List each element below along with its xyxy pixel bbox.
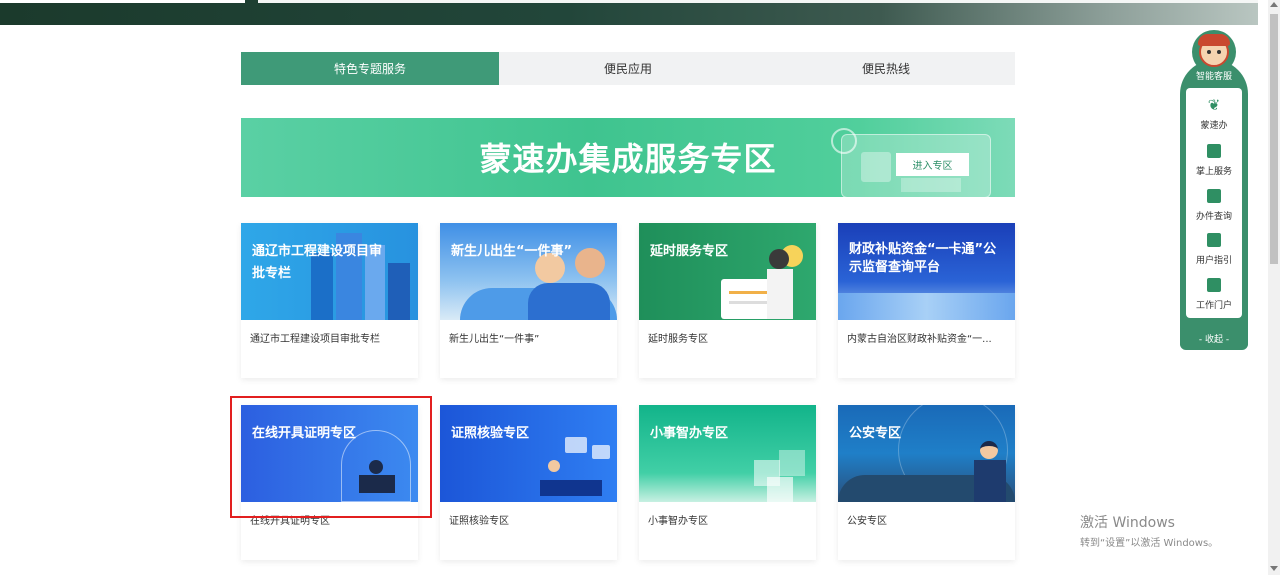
card-license-verification[interactable]: 证照核验专区 证照核验专区	[440, 405, 617, 560]
card-thumb-title: 小事智办专区	[650, 426, 729, 441]
mobile-service-icon	[1207, 144, 1221, 158]
smart-service-label[interactable]: 智能客服	[1180, 69, 1248, 82]
card-thumb-title: 通辽市工程建设项目审批专栏	[252, 244, 383, 281]
desk-shape	[540, 480, 602, 496]
sidebar-item-mobile-service[interactable]: 掌上服务	[1186, 140, 1242, 184]
police-body	[974, 460, 1006, 502]
screen-decoration	[592, 445, 610, 459]
card-label: 通辽市工程建设项目审批专栏	[250, 334, 380, 345]
card-thumbnail: 小事智办专区	[639, 405, 816, 502]
scroll-up-arrow-icon[interactable]	[1270, 2, 1278, 7]
building-shape	[388, 263, 410, 320]
watermark-line-2: 转到“设置”以激活 Windows。	[1080, 538, 1219, 549]
card-thumbnail: 公安专区	[838, 405, 1015, 502]
tab-featured-services[interactable]: 特色专题服务	[241, 52, 499, 85]
selection-highlight-box	[230, 396, 432, 518]
skyline-glow	[838, 293, 1015, 320]
header-gap-2	[258, 0, 1258, 3]
card-thumb-title: 延时服务专区	[650, 244, 729, 259]
avatar-eye	[1207, 50, 1211, 54]
tab-convenience-apps[interactable]: 便民应用	[499, 52, 757, 85]
sidebar-item-mengsuban[interactable]: ❦ 蒙速办	[1186, 94, 1242, 138]
card-thumb-title: 财政补贴资金“一卡通”公示监督查询平台	[849, 242, 997, 275]
enter-zone-button[interactable]: 进入专区	[896, 153, 969, 176]
card-thumbnail: 延时服务专区	[639, 223, 816, 320]
card-fiscal-subsidy[interactable]: 财政补贴资金“一卡通”公示监督查询平台 内蒙古自治区财政补贴资金“一...	[838, 223, 1015, 378]
sidebar-item-label: 办件查询	[1195, 212, 1232, 222]
card-label: 延时服务专区	[648, 334, 708, 345]
service-tabs: 特色专题服务 便民应用 便民热线	[241, 52, 1015, 85]
card-label: 证照核验专区	[449, 516, 509, 527]
card-label: 内蒙古自治区财政补贴资金“一...	[847, 334, 992, 345]
sidebar-item-work-portal[interactable]: 工作门户	[1186, 274, 1242, 318]
card-thumb-title: 公安专区	[849, 426, 902, 441]
card-extended-service[interactable]: 延时服务专区 延时服务专区	[639, 223, 816, 378]
scroll-down-arrow-icon[interactable]	[1270, 566, 1278, 571]
card-label: 新生儿出生“一件事”	[449, 334, 540, 345]
card-thumbnail: 通辽市工程建设项目审批专栏	[241, 223, 418, 320]
mengsuban-banner[interactable]: 蒙速办集成服务专区 进入专区	[241, 118, 1015, 197]
guide-icon	[1207, 233, 1221, 247]
card-thumbnail: 证照核验专区	[440, 405, 617, 502]
card-small-matters[interactable]: 小事智办专区 小事智办专区	[639, 405, 816, 560]
document-line	[729, 301, 769, 304]
header-gap	[0, 0, 245, 3]
page: 特色专题服务 便民应用 便民热线 蒙速办集成服务专区 进入专区 通辽市工程建设项…	[0, 0, 1280, 575]
card-engineering-approval[interactable]: 通辽市工程建设项目审批专栏 通辽市工程建设项目审批专栏	[241, 223, 418, 378]
card-thumb-title: 证照核验专区	[451, 426, 530, 441]
scrollbar-thumb[interactable]	[1270, 14, 1278, 264]
cube-decoration	[779, 450, 805, 476]
banner-chart-decoration	[901, 178, 961, 192]
sidebar-item-label: 蒙速办	[1200, 121, 1228, 131]
tab-hotlines[interactable]: 便民热线	[757, 52, 1015, 85]
card-label: 小事智办专区	[648, 516, 708, 527]
person-figure	[548, 460, 560, 472]
card-thumbnail: 新生儿出生“一件事”	[440, 223, 617, 320]
avatar-eye	[1217, 50, 1221, 54]
sidebar-item-label: 工作门户	[1195, 301, 1232, 311]
sidebar-item-user-guide[interactable]: 用户指引	[1186, 229, 1242, 273]
card-label: 公安专区	[847, 516, 887, 527]
family-body	[528, 283, 610, 320]
header-banner-strip	[0, 0, 1258, 25]
card-public-security[interactable]: 公安专区 公安专区	[838, 405, 1015, 560]
card-newborn[interactable]: 新生儿出生“一件事” 新生儿出生“一件事”	[440, 223, 617, 378]
document-search-icon	[1207, 189, 1221, 203]
mengsuban-logo-icon: ❦	[1207, 96, 1221, 114]
windows-activation-watermark: 激活 Windows 转到“设置”以激活 Windows。	[1080, 512, 1218, 549]
card-thumbnail: 财政补贴资金“一卡通”公示监督查询平台	[838, 223, 1015, 320]
sidebar-item-label: 掌上服务	[1195, 167, 1232, 177]
watermark-line-1: 激活 Windows	[1080, 515, 1175, 531]
card-thumb-title: 新生儿出生“一件事”	[451, 244, 573, 259]
cube-decoration	[767, 477, 793, 502]
collapse-button[interactable]: - 收起 -	[1180, 328, 1248, 348]
person-body	[767, 269, 793, 319]
sidebar-item-case-query[interactable]: 办件查询	[1186, 185, 1242, 229]
portal-icon	[1207, 278, 1221, 292]
vertical-scrollbar[interactable]	[1268, 0, 1280, 575]
avatar-hat	[1198, 34, 1230, 46]
sidebar-item-label: 用户指引	[1195, 256, 1232, 266]
toolbar-list: ❦ 蒙速办 掌上服务 办件查询 用户指引 工作门户	[1186, 88, 1242, 318]
